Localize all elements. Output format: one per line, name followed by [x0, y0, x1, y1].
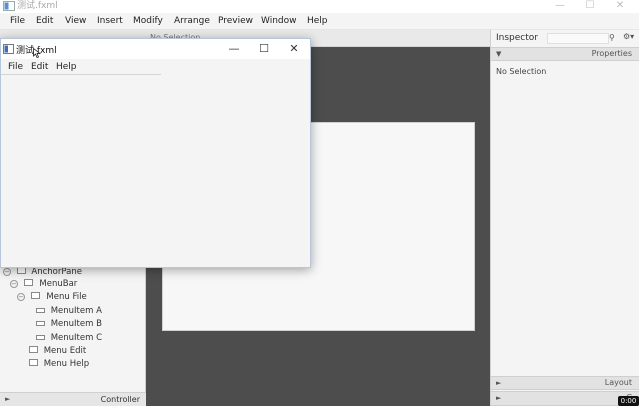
minimize-button[interactable]: — — [553, 0, 567, 12]
preview-window[interactable]: 测试.fxml — ☐ ✕ File Edit Help — [0, 38, 311, 268]
tree-row-label: Menu Edit — [43, 346, 87, 356]
menu-modify[interactable]: Modify — [133, 13, 163, 30]
menuitem-icon — [36, 308, 45, 313]
menu-icon — [30, 292, 40, 299]
tree-row-menuitem-b[interactable]: MenuItem B — [36, 318, 102, 331]
menu-arrange[interactable]: Arrange — [174, 13, 210, 30]
collapse-toggle-icon[interactable]: − — [3, 268, 11, 276]
app-title-bar: 测试.fxml — ☐ ✕ — [0, 0, 639, 13]
menu-icon — [29, 346, 38, 353]
properties-label: Properties — [591, 49, 632, 58]
preview-title-bar[interactable]: 测试.fxml — ☐ ✕ — [1, 39, 310, 59]
menuitem-icon — [36, 321, 45, 326]
tree-row-menuitem-a[interactable]: MenuItem A — [36, 305, 102, 318]
controller-label: Controller — [100, 395, 140, 404]
menubar-icon — [23, 279, 33, 286]
search-icon[interactable]: ⚲ — [609, 33, 615, 42]
menu-insert[interactable]: Insert — [97, 13, 123, 30]
tree-row-label: MenuItem B — [50, 319, 102, 329]
inspector-panel: Inspector ⚲ ⚙▾ ▼ Properties No Selection… — [490, 30, 639, 406]
tree-row-label: MenuBar — [39, 279, 78, 289]
menu-preview[interactable]: Preview — [218, 13, 253, 30]
tree-row-label: MenuItem A — [50, 306, 102, 316]
menu-edit[interactable]: Edit — [36, 13, 53, 30]
controller-section-header[interactable]: ► Controller — [0, 392, 146, 406]
collapse-arrow-icon: ▼ — [496, 50, 502, 58]
no-selection-text: No Selection — [496, 67, 547, 76]
preview-menu-file[interactable]: File — [8, 59, 23, 75]
timer-badge: 0:00 — [618, 396, 639, 406]
maximize-button[interactable]: ☐ — [583, 0, 597, 12]
preview-minimize-button[interactable]: — — [227, 42, 241, 56]
app-icon — [3, 44, 14, 54]
preview-menu-edit[interactable]: Edit — [31, 59, 48, 75]
window-title: 测试.fxml — [17, 1, 58, 11]
tree-row-menu-file[interactable]: − Menu File — [17, 291, 87, 304]
preview-menu-help[interactable]: Help — [56, 59, 77, 75]
menuitem-icon — [36, 335, 45, 340]
tree-row-menu-help[interactable]: Menu Help — [29, 358, 89, 371]
tree-row-menubar[interactable]: − MenuBar — [10, 278, 77, 291]
layout-section-header[interactable]: ► Layout — [491, 376, 639, 390]
anchorpane-icon — [16, 267, 26, 274]
tree-row-label: Menu File — [46, 292, 87, 302]
tree-row-label: MenuItem C — [50, 333, 103, 343]
menu-icon — [29, 359, 38, 366]
preview-content-area — [1, 75, 310, 267]
main-menu-bar: File Edit View Insert Modify Arrange Pre… — [0, 13, 639, 30]
code-section-header[interactable]: ► C — [491, 391, 639, 406]
preview-menu-bar: File Edit Help — [1, 59, 161, 75]
inspector-search-input[interactable] — [547, 33, 609, 44]
collapse-toggle-icon[interactable]: − — [10, 280, 18, 288]
expand-arrow-icon: ► — [5, 395, 11, 403]
menu-file[interactable]: File — [10, 13, 25, 30]
tree-row-menuitem-c[interactable]: MenuItem C — [36, 332, 102, 345]
inspector-title: Inspector — [496, 33, 538, 43]
close-button[interactable]: ✕ — [613, 0, 627, 12]
tree-row-label: AnchorPane — [31, 267, 82, 277]
tree-row-label: Menu Help — [43, 359, 90, 369]
menu-window[interactable]: Window — [261, 13, 297, 30]
gear-icon[interactable]: ⚙▾ — [623, 32, 634, 41]
preview-maximize-button[interactable]: ☐ — [257, 42, 271, 56]
mouse-cursor-icon — [33, 48, 41, 58]
tree-row-menu-edit[interactable]: Menu Edit — [29, 345, 86, 358]
collapse-toggle-icon[interactable]: − — [17, 293, 25, 301]
expand-arrow-icon: ► — [496, 394, 502, 402]
preview-close-button[interactable]: ✕ — [287, 42, 301, 56]
expand-arrow-icon: ► — [496, 379, 502, 387]
menu-view[interactable]: View — [65, 13, 86, 30]
app-icon — [3, 1, 15, 11]
properties-section-header[interactable]: ▼ Properties — [491, 47, 639, 61]
layout-label: Layout — [604, 378, 632, 387]
menu-help[interactable]: Help — [307, 13, 328, 30]
